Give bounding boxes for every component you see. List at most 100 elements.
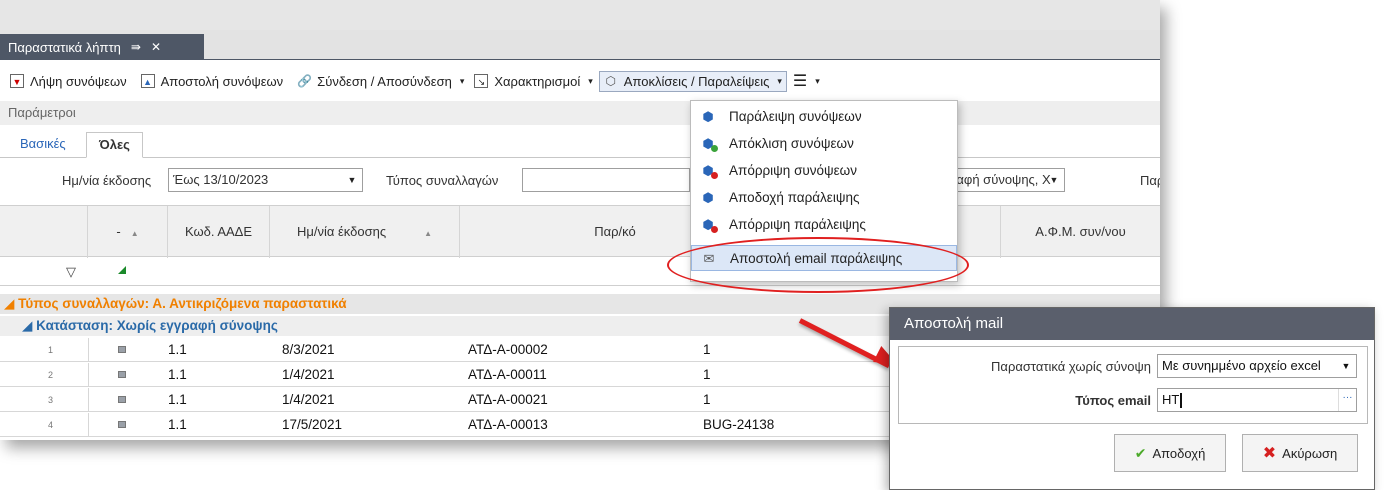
x-badge-icon (711, 172, 718, 179)
menu-item-reject-summaries[interactable]: ⬢ Απόρριψη συνόψεων (691, 158, 957, 184)
filter-funnel-icon[interactable]: ▽ (66, 264, 76, 280)
more-menu-button[interactable]: ☰ ▾ (793, 71, 820, 91)
cube-icon: ⬢ (702, 109, 714, 124)
grid-header-vat-number[interactable]: Α.Φ.Μ. συν/νου (1000, 206, 1160, 258)
sort-up-icon: ▲ (424, 229, 433, 238)
issue-date-select[interactable]: Έως 13/10/2023 ▼ (168, 168, 363, 192)
close-icon[interactable]: ✕ (151, 40, 161, 54)
row-number: 4 (48, 420, 54, 430)
transaction-type-label: Τύπος συναλλαγών (386, 173, 499, 188)
row-status-icon (118, 346, 126, 353)
grid-filter-row: ▽ (0, 258, 1160, 286)
menu-item-omit-summaries[interactable]: ⬢ Παράλειψη συνόψεων (691, 104, 957, 130)
accept-button[interactable]: ✔ Αποδοχή (1114, 434, 1226, 472)
cell-document: ΑΤΔ-Α-00002 (468, 342, 548, 357)
send-summaries-label: Αποστολή συνόψεων (160, 73, 284, 89)
grid-header-issue-date[interactable]: Ημ/νία έκδοσης ▲ (270, 206, 460, 258)
menu-item-reject-omission[interactable]: ⬢ Απόρριψη παράλειψης (691, 212, 957, 238)
tag-doc-icon: ↘ (474, 74, 489, 88)
text-cursor (1180, 393, 1183, 409)
window-top-strip (0, 0, 1160, 30)
cell-document: ΑΤΔ-Α-00011 (468, 367, 547, 382)
cell-extra: BUG-24138 (703, 417, 775, 432)
parameters-header[interactable]: Παράμετροι (0, 101, 1160, 125)
grid-header: - ▲ Κωδ. ΑΑΔΕ Ημ/νία έκδοσης ▲ Παρ/κό Α.Φ.… (0, 205, 1160, 258)
parameter-tabs: Βασικές Όλες (0, 128, 1160, 158)
chevron-down-icon[interactable]: ▼ (342, 169, 362, 191)
row-number: 1 (48, 345, 54, 355)
chevron-down-icon[interactable]: ▾ (460, 76, 465, 87)
cell-aade-code: 1.1 (168, 417, 187, 432)
cell-document: ΑΤΔ-Α-00021 (468, 392, 548, 407)
send-mail-dialog: Αποστολή mail Παραστατικά χωρίς σύνοψη Μ… (889, 307, 1375, 490)
deviations-omissions-label: Αποκλίσεις / Παραλείψεις (623, 73, 770, 89)
chevron-down-icon[interactable]: ▾ (588, 76, 593, 87)
cell-extra: 1 (703, 367, 711, 382)
row-number: 2 (48, 370, 54, 380)
link-unlink-label: Σύνδεση / Αποσύνδεση (317, 73, 452, 89)
grid-header-dash[interactable]: - ▲ (88, 206, 168, 258)
email-type-value: HT (1162, 392, 1180, 407)
download-doc-icon: ▼ (10, 74, 24, 88)
stop-badge-icon (711, 226, 718, 233)
email-type-input[interactable]: HT ··· (1157, 388, 1357, 412)
chevron-down-icon[interactable]: ▾ (777, 76, 782, 87)
x-icon: ✖ (1262, 445, 1277, 462)
link-unlink-button[interactable]: 🔗 Σύνδεση / Αποσύνδεση ▾ (297, 74, 464, 89)
link-icon: 🔗 (297, 74, 313, 88)
docs-without-summary-label: Παραστατικά χωρίς σύνοψη (991, 359, 1151, 374)
menu-item-deviation-summaries[interactable]: ⬢ Απόκλιση συνόψεων (691, 131, 957, 157)
cell-issue-date: 17/5/2021 (282, 417, 343, 432)
document-tab[interactable]: Παραστατικά λήπτη ⇛ ✕ (0, 34, 204, 60)
sort-up-icon: ▲ (130, 229, 139, 238)
upload-doc-icon: ▲ (140, 74, 155, 88)
docs-without-summary-value: Με συνημμένο αρχείο excel (1162, 358, 1321, 373)
status-value: ραφή σύνοψης, Χ (949, 172, 1051, 187)
send-summaries-button[interactable]: ▲ Αποστολή συνόψεων (140, 73, 284, 89)
issue-date-label: Ημ/νία έκδοσης (62, 173, 152, 188)
chevron-down-icon: ▾ (815, 75, 820, 86)
cell-aade-code: 1.1 (168, 342, 187, 357)
grid-header-rownum (0, 206, 88, 258)
cell-issue-date: 1/4/2021 (282, 367, 335, 382)
deviation-icon: ⬡ (605, 74, 617, 88)
download-summaries-button[interactable]: ▼ Λήψη συνόψεων (10, 74, 127, 89)
deviations-omissions-button[interactable]: ⬡ Αποκλίσεις / Παραλείψεις ▾ (598, 70, 787, 92)
characterizations-button[interactable]: ↘ Χαρακτηρισμοί ▾ (474, 74, 593, 89)
cell-document: ΑΤΔ-Α-00013 (468, 417, 548, 432)
ellipsis-icon[interactable]: ··· (1338, 389, 1356, 411)
document-tab-label: Παραστατικά λήπτη (8, 39, 121, 55)
download-summaries-label: Λήψη συνόψεων (30, 73, 127, 89)
tab-all[interactable]: Όλες (86, 132, 143, 158)
chevron-down-icon[interactable]: ▼ (1336, 355, 1356, 377)
cancel-button[interactable]: ✖ Ακύρωση (1242, 434, 1358, 472)
hamburger-icon: ☰ (792, 73, 808, 90)
plus-badge-icon (711, 145, 718, 152)
dialog-body: Παραστατικά χωρίς σύνοψη Με συνημμένο αρ… (898, 346, 1368, 424)
docs-without-summary-select[interactable]: Με συνημμένο αρχείο excel ▼ (1157, 354, 1357, 378)
cell-extra: 1 (703, 392, 711, 407)
row-status-icon (118, 371, 126, 378)
email-type-label: Τύπος email (1075, 393, 1151, 408)
cell-issue-date: 8/3/2021 (282, 342, 335, 357)
status-select[interactable]: ραφή σύνοψης, Χ ▼ (945, 168, 1065, 192)
annotation-highlight-ellipse (667, 237, 969, 293)
extra-filter-label: Παρ (1140, 173, 1160, 188)
pin-icon[interactable]: ⇛ (131, 40, 141, 54)
transaction-type-input[interactable] (522, 168, 690, 192)
cell-aade-code: 1.1 (168, 392, 187, 407)
tab-basic[interactable]: Βασικές (8, 132, 78, 158)
grid-header-aade-code[interactable]: Κωδ. ΑΑΔΕ (168, 206, 270, 258)
cell-issue-date: 1/4/2021 (282, 392, 335, 407)
row-status-icon (118, 421, 126, 428)
row-number: 3 (48, 395, 54, 405)
filter-indicator-icon (118, 266, 126, 274)
dialog-title[interactable]: Αποστολή mail (890, 308, 1374, 340)
document-tab-bar: Παραστατικά λήπτη ⇛ ✕ (0, 30, 1160, 60)
issue-date-value: Έως 13/10/2023 (173, 172, 269, 187)
menu-item-accept-omission[interactable]: ⬢ Αποδοχή παράλειψης (691, 185, 957, 211)
checkmark-icon: ✔ (1134, 444, 1147, 461)
chevron-down-icon[interactable]: ▼ (1044, 169, 1064, 191)
cell-extra: 1 (703, 342, 711, 357)
cell-aade-code: 1.1 (168, 367, 187, 382)
